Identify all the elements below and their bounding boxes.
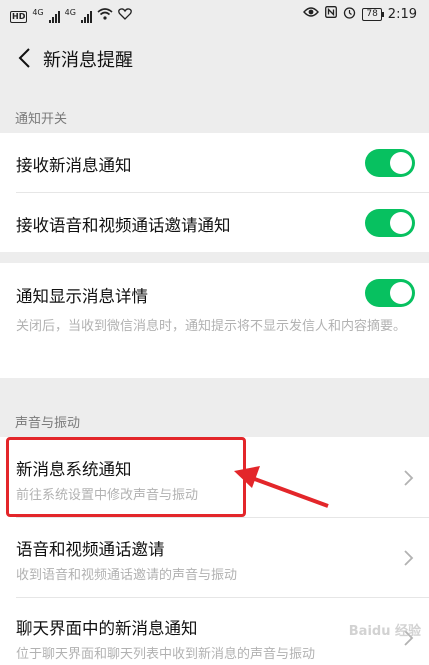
watermark: Baidu 经验: [348, 624, 421, 639]
chevron-right-icon: [404, 550, 414, 566]
clock: 2:19: [387, 6, 417, 22]
divider: [16, 517, 429, 518]
back-arrow-icon[interactable]: [14, 46, 38, 70]
eye-icon: [303, 6, 320, 22]
section-label-notify: 通知开关: [15, 112, 68, 127]
receive-new-msg-label: 接收新消息通知: [16, 156, 132, 175]
divider: [16, 597, 429, 598]
page-title: 新消息提醒: [43, 50, 133, 71]
signal-icon: [48, 11, 60, 23]
hd-badge: HD: [10, 11, 28, 23]
signal-icon-2: [80, 11, 92, 23]
battery-icon: 78: [362, 7, 385, 21]
annotation-arrow-icon: [234, 466, 329, 508]
item-title: 聊天界面中的新消息通知: [16, 619, 198, 638]
item-subtitle: 位于聊天界面和聊天列表中收到新消息的声音与振动: [16, 647, 316, 662]
highlight-box: [6, 437, 246, 517]
show-detail-label: 通知显示消息详情: [16, 287, 148, 306]
show-detail-card: 通知显示消息详情 关闭后，当收到微信消息时，通知提示将不显示发信人和内容摘要。: [0, 263, 429, 378]
top-bar: 新消息提醒: [0, 28, 429, 88]
wifi-icon: [97, 8, 113, 23]
show-detail-description: 关闭后，当收到微信消息时，通知提示将不显示发信人和内容摘要。: [16, 319, 407, 334]
receive-call-invite-label: 接收语音和视频通话邀请通知: [16, 216, 231, 235]
alarm-icon: [343, 6, 356, 23]
nfc-icon: [325, 6, 338, 22]
receive-call-invite-toggle[interactable]: [365, 209, 415, 237]
network-label-2: 4G: [64, 8, 76, 17]
section-label-sound: 声音与振动: [15, 416, 81, 431]
divider: [16, 192, 429, 193]
status-left: HD 4G 4G: [10, 5, 132, 23]
heart-icon: [118, 8, 132, 23]
notify-switch-card: 接收新消息通知 接收语音和视频通话邀请通知: [0, 133, 429, 252]
status-bar: HD 4G 4G 78 2:19: [0, 0, 429, 28]
network-label-1: 4G: [32, 8, 44, 17]
item-subtitle: 收到语音和视频通话邀请的声音与振动: [16, 568, 238, 583]
show-detail-toggle[interactable]: [365, 279, 415, 307]
status-right: 78 2:19: [303, 5, 417, 23]
receive-new-msg-toggle[interactable]: [365, 149, 415, 177]
item-title: 语音和视频通话邀请: [16, 540, 165, 559]
chevron-right-icon: [404, 470, 414, 486]
